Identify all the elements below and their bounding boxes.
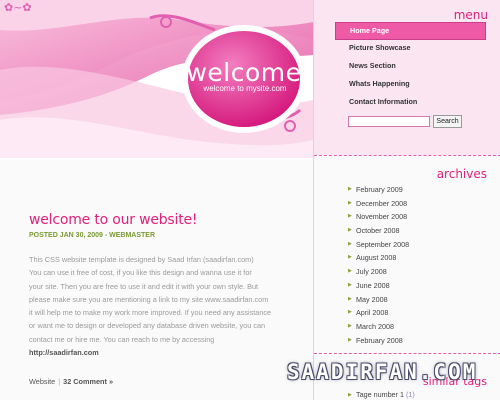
archive-item[interactable]: ▶ February 2008 xyxy=(348,334,488,348)
archive-label: May 2008 xyxy=(356,294,388,304)
triangle-bullet-icon: ▶ xyxy=(348,240,352,247)
post-body-line: You can use it free of cost, if you like… xyxy=(29,268,252,278)
archive-item[interactable]: ▶ September 2008 xyxy=(348,238,488,252)
post-body-line: This CSS website template is designed by… xyxy=(29,255,254,264)
post-footer-separator: | xyxy=(58,377,61,386)
divider xyxy=(314,155,500,156)
welcome-heading: welcome xyxy=(186,58,302,87)
triangle-bullet-icon: ▶ xyxy=(348,199,352,206)
triangle-bullet-icon: ▶ xyxy=(348,186,352,192)
header-banner: ✿~✿ welcome welcome to mysite.com xyxy=(0,0,313,158)
archive-item[interactable]: ▶ August 2008 xyxy=(348,251,488,265)
archive-label: September 2008 xyxy=(356,239,410,249)
post-link[interactable]: http://saadirfan.com xyxy=(29,346,299,359)
post-body-line: it will help me to make my work more imp… xyxy=(29,308,272,318)
tag-count: (1) xyxy=(405,390,415,399)
archive-label: February 2008 xyxy=(356,335,403,345)
archive-label: February 2009 xyxy=(356,185,403,194)
menu-item-whats-happening[interactable]: Whats Happening xyxy=(335,76,486,94)
corner-ornament-icon: ✿~✿ xyxy=(4,1,32,14)
triangle-bullet-icon: ▶ xyxy=(348,322,352,329)
archive-label: October 2008 xyxy=(356,226,400,236)
archive-item[interactable]: ▶ October 2008 xyxy=(348,224,488,238)
triangle-bullet-icon: ▶ xyxy=(348,309,352,316)
triangle-bullet-icon: ▶ xyxy=(348,392,352,398)
divider xyxy=(314,353,500,354)
menu-title: menu xyxy=(453,8,488,22)
archive-item[interactable]: ▶ March 2008 xyxy=(348,320,488,334)
archive-label: December 2008 xyxy=(356,198,408,208)
post-meta: POSTED JAN 30, 2009 - WEBMASTER xyxy=(29,232,156,239)
triangle-bullet-icon: ▶ xyxy=(348,281,352,288)
menu-list: Home Page Picture Showcase News Section … xyxy=(335,22,486,112)
archive-item[interactable]: ▶ February 2009 xyxy=(348,183,488,197)
archive-label: July 2008 xyxy=(356,267,387,277)
archive-item[interactable]: ▶ July 2008 xyxy=(348,265,488,279)
post-body-line: your site. Then you are free to use it a… xyxy=(29,281,259,291)
menu-item-picture-showcase[interactable]: Picture Showcase xyxy=(335,40,486,58)
welcome-subheading: welcome to mysite.com xyxy=(203,84,287,93)
archive-item[interactable]: ▶ June 2008 xyxy=(348,279,488,293)
archive-item[interactable]: ▶ December 2008 xyxy=(348,197,488,211)
triangle-bullet-icon: ▶ xyxy=(348,336,352,343)
main-content: welcome to our website! POSTED JAN 30, 2… xyxy=(0,160,313,400)
archive-item[interactable]: ▶ November 2008 xyxy=(348,210,488,224)
page: ✿~✿ welcome welcome to mysite.com welcom… xyxy=(0,0,500,400)
tag-label: Tage number 1 xyxy=(356,390,404,399)
triangle-bullet-icon: ▶ xyxy=(348,213,352,220)
post-footer: Website | 32 Comment » xyxy=(29,377,113,386)
triangle-bullet-icon: ▶ xyxy=(348,295,352,302)
search-input[interactable] xyxy=(348,116,430,127)
archive-item[interactable]: ▶ April 2008 xyxy=(348,306,488,320)
sidebar: menu Home Page Picture Showcase News Sec… xyxy=(313,0,500,400)
post-comments-link[interactable]: 32 Comment » xyxy=(63,377,113,386)
tag-item[interactable]: ▶ Tage number 1 (1) xyxy=(348,390,415,400)
post-body: This CSS website template is designed by… xyxy=(29,253,299,359)
triangle-bullet-icon: ▶ xyxy=(348,254,352,261)
archive-label: March 2008 xyxy=(356,321,394,331)
search-button[interactable]: Search xyxy=(433,115,462,128)
menu-panel: menu Home Page Picture Showcase News Sec… xyxy=(314,0,500,155)
menu-item-contact-information[interactable]: Contact Information xyxy=(335,94,486,112)
archive-label: June 2008 xyxy=(356,280,390,290)
menu-item-home-page[interactable]: Home Page xyxy=(335,22,486,40)
archive-item[interactable]: ▶ May 2008 xyxy=(348,293,488,307)
post-body-line: please make sure you are mentioning a li… xyxy=(29,294,269,304)
archives-list: ▶ February 2009 ▶ December 2008 ▶ November … xyxy=(348,183,488,347)
menu-item-news-section[interactable]: News Section xyxy=(335,58,486,76)
archive-label: April 2008 xyxy=(356,308,389,318)
triangle-bullet-icon: ▶ xyxy=(348,227,352,234)
tags-list: ▶ Tage number 1 (1) xyxy=(348,390,415,400)
triangle-bullet-icon: ▶ xyxy=(348,268,352,275)
post-title[interactable]: welcome to our website! xyxy=(29,212,198,228)
archive-label: November 2008 xyxy=(356,212,408,222)
post-body-line: or want me to design or developed any da… xyxy=(29,321,266,331)
watermark-text: SAADIRFAN.COM xyxy=(287,360,478,384)
post-body-line: contact me or hire me. You can reach to … xyxy=(29,334,215,344)
post-category-link[interactable]: Website xyxy=(29,377,55,386)
archive-label: August 2008 xyxy=(356,253,397,263)
archives-title: archives xyxy=(436,167,487,181)
